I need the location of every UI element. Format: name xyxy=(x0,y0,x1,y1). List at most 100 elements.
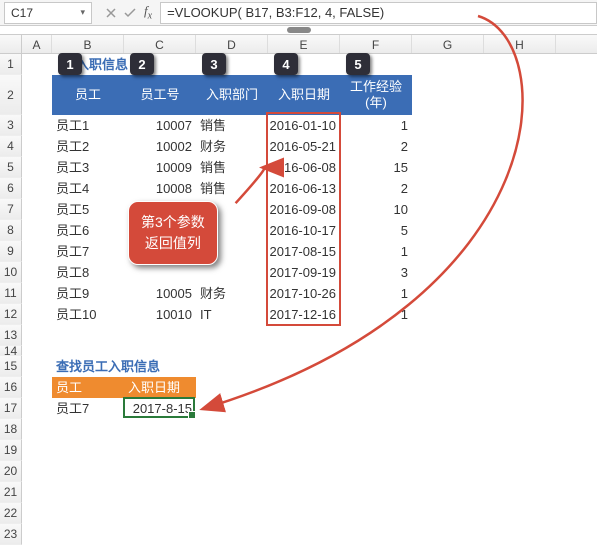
table-row-no: 10009 xyxy=(124,157,196,178)
table-row-emp: 员工4 xyxy=(52,178,124,199)
table-header-emp_no: 员工号 xyxy=(124,75,196,115)
row-header-4[interactable]: 4 xyxy=(0,136,22,157)
table-row-exp: 5 xyxy=(340,220,412,241)
table-row-dept: 财务 xyxy=(196,283,268,304)
table-row-date: 2017-08-15 xyxy=(268,241,340,262)
table-row-date: 2016-06-08 xyxy=(268,157,340,178)
table-row-emp: 员工7 xyxy=(52,241,124,262)
fx-icon[interactable]: fx xyxy=(144,3,152,22)
table-row-emp: 员工5 xyxy=(52,199,124,220)
table-row-exp: 1 xyxy=(340,115,412,136)
enter-icon[interactable] xyxy=(124,8,136,18)
callout-line2: 返回值列 xyxy=(141,233,205,254)
table-row-dept: 销售 xyxy=(196,115,268,136)
row-header-10[interactable]: 10 xyxy=(0,262,22,283)
row-header-15[interactable]: 15 xyxy=(0,356,22,377)
row-header-16[interactable]: 16 xyxy=(0,377,22,398)
row-header-9[interactable]: 9 xyxy=(0,241,22,262)
column-headers: ABCDEFGH xyxy=(0,34,597,54)
table-row-exp: 1 xyxy=(340,241,412,262)
table-row-emp: 员工2 xyxy=(52,136,124,157)
table-row-dept: IT xyxy=(196,304,268,325)
table-row-emp: 员工3 xyxy=(52,157,124,178)
name-box-dropdown-icon[interactable]: ▾ xyxy=(80,7,85,18)
formula-input[interactable]: =VLOOKUP( B17, B3:F12, 4, FALSE) xyxy=(160,2,597,24)
col-header-A[interactable]: A xyxy=(22,35,52,53)
row-header-23[interactable]: 23 xyxy=(0,524,22,545)
row-headers: 1234567891011121314151617181920212223 xyxy=(0,54,22,545)
table-row-emp: 员工1 xyxy=(52,115,124,136)
cells-area[interactable]: 入职信息员工员工号入职部门入职日期工作经验(年)员工110007销售2016-0… xyxy=(22,54,597,545)
col-header-B[interactable]: B xyxy=(52,35,124,53)
table-row-no: 10007 xyxy=(124,115,196,136)
lookup-title: 查找员工入职信息 xyxy=(52,356,252,377)
table-row-emp: 员工6 xyxy=(52,220,124,241)
lookup-result-emp: 员工7 xyxy=(52,398,124,419)
table-row-date: 2016-01-10 xyxy=(268,115,340,136)
column-badge-3: 3 xyxy=(202,53,226,75)
table-row-exp: 2 xyxy=(340,178,412,199)
cancel-icon[interactable] xyxy=(106,8,116,18)
row-header-3[interactable]: 3 xyxy=(0,115,22,136)
col-header-H[interactable]: H xyxy=(484,35,556,53)
table-row-date: 2017-10-26 xyxy=(268,283,340,304)
table-row-date: 2017-12-16 xyxy=(268,304,340,325)
row-header-13[interactable]: 13 xyxy=(0,325,22,346)
formula-bar-grip[interactable] xyxy=(287,27,311,33)
table-header-exp: 工作经验(年) xyxy=(340,75,412,115)
row-header-7[interactable]: 7 xyxy=(0,199,22,220)
row-header-6[interactable]: 6 xyxy=(0,178,22,199)
name-box-value: C17 xyxy=(11,6,33,20)
col-header-F[interactable]: F xyxy=(340,35,412,53)
name-box[interactable]: C17 ▾ xyxy=(4,2,92,24)
row-header-17[interactable]: 17 xyxy=(0,398,22,419)
column-badge-5: 5 xyxy=(346,53,370,75)
lookup-header-date: 入职日期 xyxy=(124,377,196,398)
col-header-C[interactable]: C xyxy=(124,35,196,53)
column-badge-2: 2 xyxy=(130,53,154,75)
table-row-date: 2016-05-21 xyxy=(268,136,340,157)
table-row-exp: 15 xyxy=(340,157,412,178)
table-row-no: 10002 xyxy=(124,136,196,157)
col-header-G[interactable]: G xyxy=(412,35,484,53)
table-row-emp: 员工10 xyxy=(52,304,124,325)
row-header-2[interactable]: 2 xyxy=(0,75,22,115)
param-callout: 第3个参数返回值列 xyxy=(128,201,218,265)
table-row-date: 2016-09-08 xyxy=(268,199,340,220)
row-header-5[interactable]: 5 xyxy=(0,157,22,178)
table-row-exp: 1 xyxy=(340,283,412,304)
lookup-result-date: 2017-8-15 xyxy=(124,398,196,419)
row-header-22[interactable]: 22 xyxy=(0,503,22,524)
row-header-14[interactable]: 14 xyxy=(0,346,22,356)
column-badge-1: 1 xyxy=(58,53,82,75)
table-row-dept: 财务 xyxy=(196,136,268,157)
select-all-corner[interactable] xyxy=(0,35,22,53)
table-row-date: 2017-09-19 xyxy=(268,262,340,283)
table-header-dept: 入职部门 xyxy=(196,75,268,115)
table-header-date: 入职日期 xyxy=(268,75,340,115)
row-header-11[interactable]: 11 xyxy=(0,283,22,304)
row-header-18[interactable]: 18 xyxy=(0,419,22,440)
row-header-12[interactable]: 12 xyxy=(0,304,22,325)
callout-line1: 第3个参数 xyxy=(141,212,205,233)
col-header-E[interactable]: E xyxy=(268,35,340,53)
table-row-exp: 10 xyxy=(340,199,412,220)
table-row-no: 10010 xyxy=(124,304,196,325)
table-row-exp: 1 xyxy=(340,304,412,325)
table-row-dept: 销售 xyxy=(196,178,268,199)
table-row-no: 10005 xyxy=(124,283,196,304)
column-badge-4: 4 xyxy=(274,53,298,75)
row-header-1[interactable]: 1 xyxy=(0,54,22,75)
row-header-21[interactable]: 21 xyxy=(0,482,22,503)
formula-controls: fx xyxy=(98,3,160,22)
table-row-emp: 员工9 xyxy=(52,283,124,304)
row-header-20[interactable]: 20 xyxy=(0,461,22,482)
table-row-exp: 2 xyxy=(340,136,412,157)
table-row-emp: 员工8 xyxy=(52,262,124,283)
table-row-date: 2016-06-13 xyxy=(268,178,340,199)
row-header-8[interactable]: 8 xyxy=(0,220,22,241)
table-row-dept: 销售 xyxy=(196,157,268,178)
col-header-D[interactable]: D xyxy=(196,35,268,53)
row-header-19[interactable]: 19 xyxy=(0,440,22,461)
table-header-emp: 员工 xyxy=(52,75,124,115)
